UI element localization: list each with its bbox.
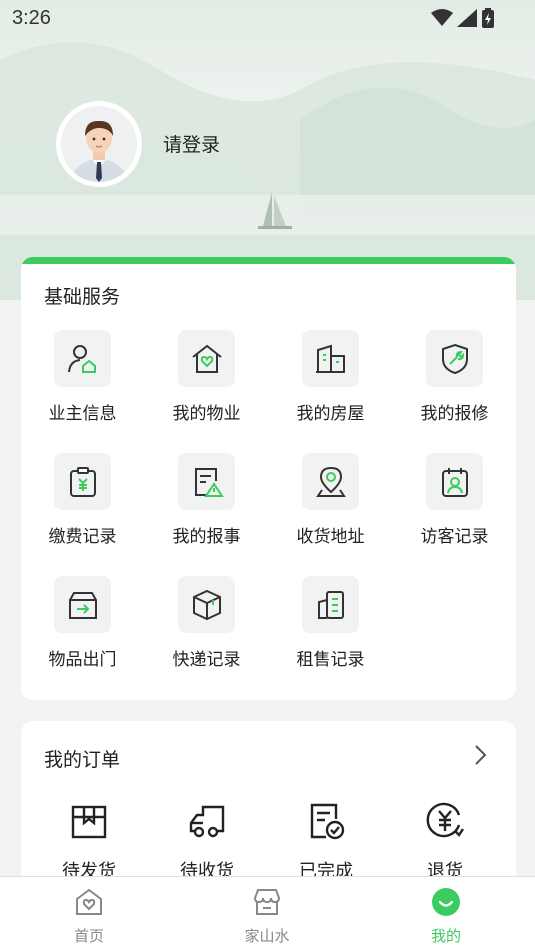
home-heart-icon [76,888,102,915]
repair-shield-icon [441,343,468,374]
refund-yen-icon [426,802,464,838]
user-avatar-icon [71,120,127,182]
owner-info-icon [67,344,96,373]
pending-ship-icon [71,805,107,839]
login-prompt[interactable]: 请登录 [163,130,220,157]
status-time: 3:26 [12,7,51,29]
status-bar: 3:26 [0,0,535,36]
tab-home[interactable]: 首页 [29,877,149,951]
smile-profile-icon [432,888,460,916]
visitor-badge-icon [441,467,468,497]
avatar[interactable] [56,101,142,187]
battery-icon [482,8,494,28]
service-payment-record[interactable]: 缴费记录 [21,453,121,553]
tab-mine[interactable]: 我的 [386,877,506,951]
rent-sale-icon [317,590,344,619]
orders-title: 我的订单 [44,749,121,771]
service-my-house[interactable]: 我的房屋 [269,330,369,430]
service-parcel-record[interactable]: 快递记录 [145,576,245,676]
parcel-box-icon [192,589,221,620]
item-exit-box-icon [68,591,97,619]
truck-icon [189,805,225,838]
service-owner-info[interactable]: 业主信息 [21,330,121,430]
property-home-icon [191,344,222,373]
building-icon [315,344,345,373]
card-accent-bar [21,257,516,264]
my-orders-card: 我的订单 待发货 待收货 已完成 退货 [21,721,516,901]
service-my-report[interactable]: 我的报事 [145,453,245,553]
service-visitor-record[interactable]: 访客记录 [393,453,493,553]
payment-record-icon [69,466,96,497]
chevron-right-icon[interactable] [474,743,488,767]
completed-doc-icon [310,803,345,840]
bottom-tab-bar: 首页 家山水 我的 [0,876,535,951]
report-alert-icon [194,467,224,497]
service-shipping-address[interactable]: 收货地址 [269,453,369,553]
service-item-exit[interactable]: 物品出门 [21,576,121,676]
service-rent-sale-record[interactable]: 租售记录 [269,576,369,676]
services-title: 基础服务 [44,286,121,308]
wifi-icon [431,9,453,26]
tab-jiashanshui[interactable]: 家山水 [207,877,327,951]
service-my-property[interactable]: 我的物业 [145,330,245,430]
store-icon [253,889,281,915]
signal-icon [457,9,477,27]
status-icons [431,8,495,28]
basic-services-card: 基础服务 业主信息 我的物业 我的房屋 我的报修 缴费记录 我的报事 收货地址 … [21,257,516,700]
location-pin-icon [315,466,346,497]
service-my-repair[interactable]: 我的报修 [393,330,493,430]
